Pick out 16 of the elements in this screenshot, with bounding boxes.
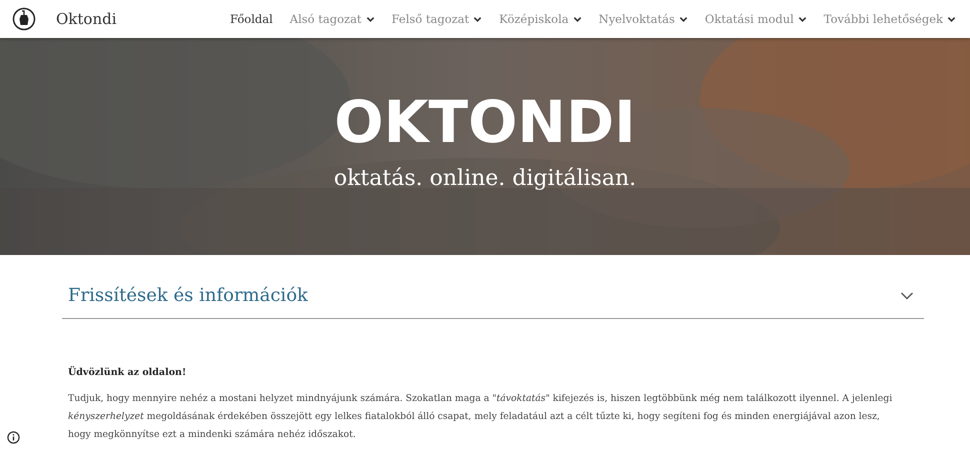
nav-link[interactable]: Felső tagozat	[392, 12, 482, 26]
info-icon[interactable]	[7, 431, 20, 444]
intro-paragraph: Tudjuk, hogy mennyire nehéz a mostani helyzet mindnyájunk számára. Szokatlan maga a "távoktatás" kifejezés is, hiszen legtöbbünk még nem találkozott ilyennel. A jelenlegi kényszerhelyzet megoldásának érdekében összejött egy lelkes fiatalokból álló csapat, mely feladatául azt a célt tűzte ki, hogy segíteni fog és minden energiájával azon lesz, hogy megkönnyítse ezt a mindenki számára nehéz időszakot.	[68, 392, 894, 442]
hero-title: OKTONDI	[334, 88, 636, 156]
nav-link[interactable]: Alsó tagozat	[290, 12, 375, 26]
site-title[interactable]: Oktondi	[56, 10, 117, 28]
nav-link[interactable]: Nyelvoktatás	[598, 12, 688, 26]
welcome-heading: Üdvözlünk az oldalon!	[68, 367, 188, 378]
nav-link[interactable]: Oktatási modul	[704, 12, 807, 26]
section-title: Frissítések és információk	[68, 285, 308, 306]
nav-link[interactable]: Középiskola	[499, 12, 582, 26]
nav-link[interactable]: Főoldal	[230, 12, 273, 26]
logo-icon[interactable]	[12, 7, 36, 31]
nav-link[interactable]: További lehetőségek	[824, 12, 956, 26]
hero-subtitle: oktatás. online. digitálisan.	[334, 166, 636, 191]
collapsible-header[interactable]: Frissítések és információk	[62, 255, 924, 319]
